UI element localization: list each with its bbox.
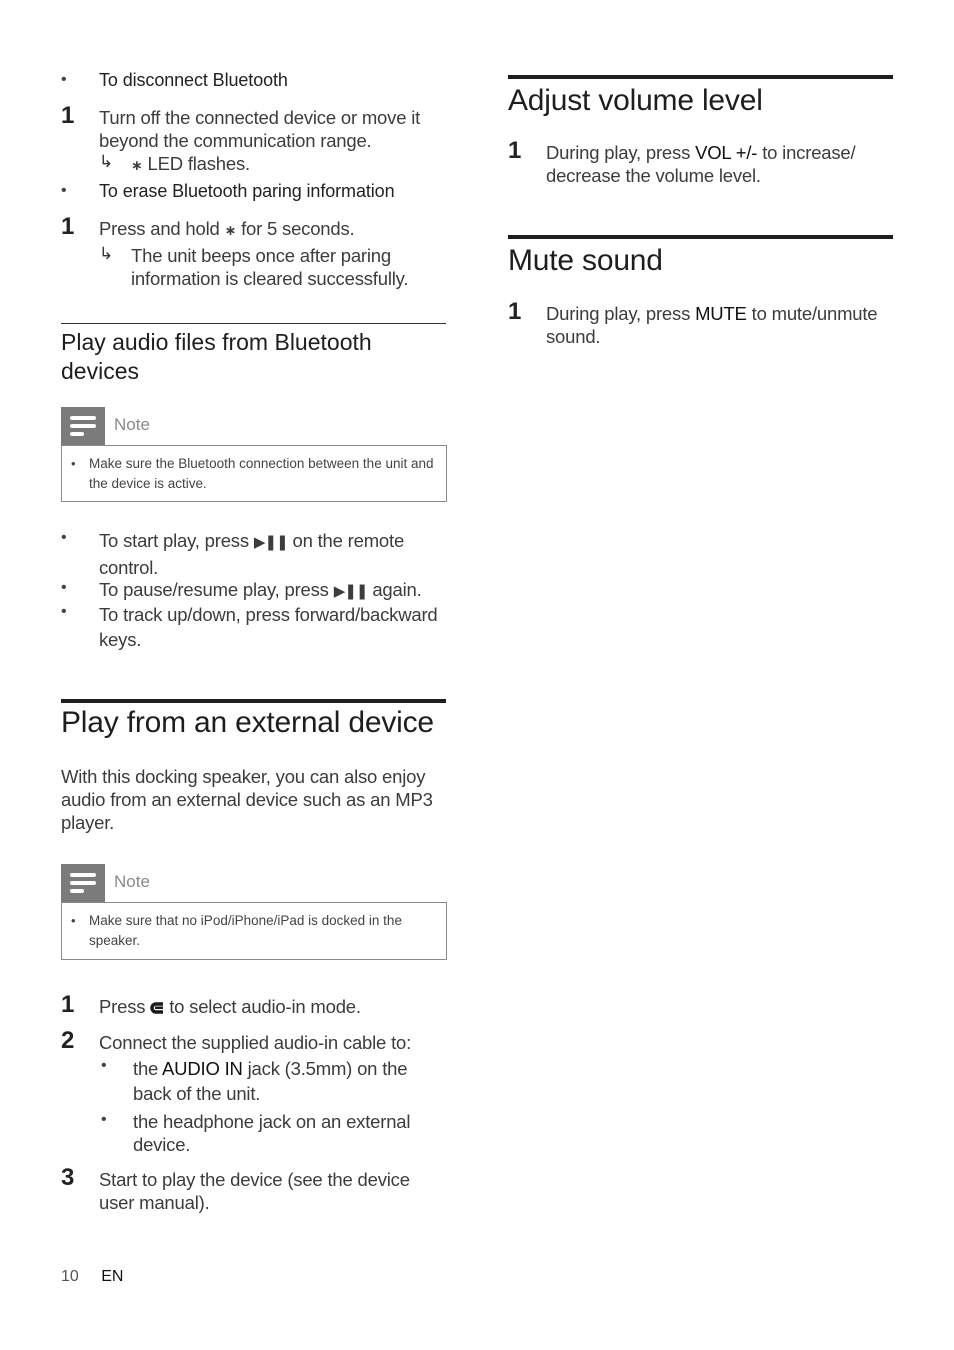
play-pause-icon: ▶❚❚ (333, 583, 369, 600)
step-result: ↳ ∗ LED flashes. (99, 152, 447, 177)
result-arrow-icon: ↳ (99, 244, 114, 263)
step-number: 1 (508, 298, 522, 325)
step-text: Connect the supplied audio-in cable to: (99, 1032, 412, 1053)
erase-step: 1 Press and hold ∗ for 5 seconds. ↳ The … (61, 213, 447, 290)
section-divider (61, 323, 446, 324)
result-text: LED flashes. (147, 153, 250, 174)
step-number: 1 (61, 991, 75, 1018)
step-text-pre: During play, press (546, 142, 691, 163)
sub-list-text: the (133, 1058, 159, 1079)
bluetooth-icon: ∗ (224, 222, 237, 238)
step-number: 1 (508, 137, 522, 164)
section-divider (508, 235, 893, 239)
step-number: 1 (61, 213, 75, 240)
list-item-text: again. (372, 579, 422, 600)
external-step-3: 3 Start to play the device (see the devi… (61, 1164, 447, 1214)
page-number: 10 (61, 1268, 79, 1285)
step-number: 1 (61, 102, 75, 129)
note-content: • Make sure that no iPod/iPhone/iPad is … (61, 911, 437, 950)
step-number: 2 (61, 1027, 75, 1054)
list-item-text: To track up/down, press forward/backward… (99, 604, 438, 650)
erase-heading-item: • To erase Bluetooth paring information (61, 181, 447, 202)
page-footer: 10 EN (61, 1268, 123, 1286)
bullet: • (61, 603, 67, 620)
step-text: Start to play the device (see the device… (99, 1169, 410, 1213)
play-audio-title: Play audio files from Bluetooth devices (61, 329, 372, 384)
source-icon (150, 996, 164, 1014)
jack-label: AUDIO IN (162, 1058, 243, 1079)
disconnect-heading-item: • To disconnect Bluetooth (61, 70, 447, 91)
bullet: • (71, 456, 76, 471)
step-result: ↳ The unit beeps once after paring infor… (99, 244, 447, 290)
list-item-text: To pause/resume play, press (99, 579, 329, 600)
vol-key-label: VOL +/- (695, 142, 758, 163)
external-device-title: Play from an external device (61, 706, 434, 739)
mute-step: 1 During play, press MUTE to mute/unmute… (508, 298, 894, 348)
external-step-1: 1 Press to select audio-in mode. (61, 991, 447, 1018)
external-device-intro: With this docking speaker, you can also … (61, 766, 433, 833)
sub-list-item: • the AUDIO IN jack (3.5mm) on the back … (99, 1056, 447, 1106)
step-text: Turn off the connected device or move it… (99, 107, 421, 151)
play-pause-icon: ▶❚❚ (253, 534, 289, 551)
section-divider (508, 75, 893, 79)
volume-step: 1 During play, press VOL +/- to increase… (508, 137, 894, 187)
bullet: • (61, 579, 67, 596)
note-label: Note (114, 415, 150, 434)
volume-title: Adjust volume level (508, 84, 763, 117)
bullet: • (61, 529, 67, 546)
step-text-pre: During play, press (546, 303, 691, 324)
step-text-post: to select audio-in mode. (169, 996, 361, 1017)
mute-title: Mute sound (508, 244, 663, 277)
step-text-pre: Press and hold (99, 218, 220, 239)
step-number: 3 (61, 1164, 75, 1191)
language-code: EN (101, 1268, 124, 1285)
erase-heading: To erase Bluetooth paring information (99, 181, 395, 201)
mute-key-label: MUTE (695, 303, 747, 324)
bullet: • (101, 1057, 107, 1074)
step-text-pre: Press (99, 996, 146, 1017)
note-icon (61, 407, 105, 445)
disconnect-heading: To disconnect Bluetooth (99, 70, 288, 90)
list-item: • To track up/down, press forward/backwa… (61, 602, 447, 652)
list-item: • To start play, press ▶❚❚ on the remote… (61, 528, 447, 580)
list-item: • To pause/resume play, press ▶❚❚ again. (61, 578, 447, 603)
bullet: • (61, 71, 67, 88)
bullet: • (71, 913, 76, 928)
external-step-2: 2 Connect the supplied audio-in cable to… (61, 1027, 447, 1156)
disconnect-step: 1 Turn off the connected device or move … (61, 102, 447, 177)
step-text-post: for 5 seconds. (241, 218, 355, 239)
note-text: Make sure that no iPod/iPhone/iPad is do… (89, 913, 402, 948)
note-label: Note (114, 872, 150, 891)
bullet: • (101, 1111, 107, 1128)
bluetooth-icon: ∗ (131, 157, 143, 173)
sub-list-item: • the headphone jack on an external devi… (99, 1110, 447, 1156)
list-item-text: To start play, press (99, 530, 249, 551)
section-divider (61, 699, 446, 703)
result-text: The unit beeps once after paring informa… (131, 245, 409, 289)
result-arrow-icon: ↳ (99, 152, 114, 171)
note-content: • Make sure the Bluetooth connection bet… (61, 454, 437, 493)
sub-list-text: the headphone jack on an external device… (133, 1111, 411, 1155)
bullet: • (61, 182, 67, 199)
note-text: Make sure the Bluetooth connection betwe… (89, 456, 434, 491)
note-icon (61, 864, 105, 902)
